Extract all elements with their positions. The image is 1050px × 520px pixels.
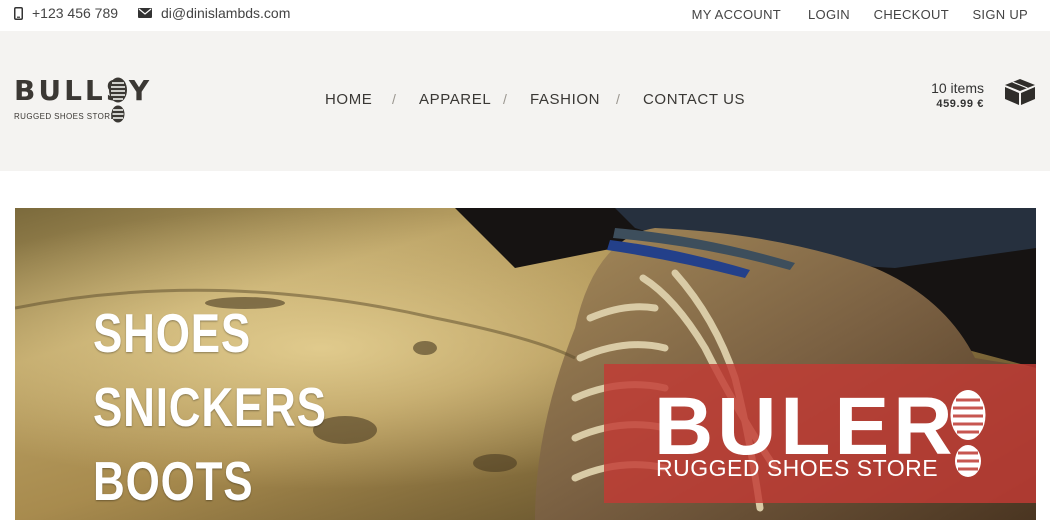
nav-apparel[interactable]: APPAREL [419, 91, 491, 108]
promo-banner[interactable]: BULER RUGGED SHOES STORE [604, 364, 1036, 503]
nav-separator: / [392, 91, 396, 107]
nav-separator: / [616, 91, 620, 107]
phone-number: +123 456 789 [32, 5, 119, 21]
phone-icon [14, 6, 23, 20]
site-header: BULLSY RUGGED SHOES STORE HOME / APPAREL… [0, 31, 1050, 171]
email-address[interactable]: di@dinislambds.com [161, 5, 290, 21]
cart-total: 459.99 € [936, 98, 984, 110]
contact-phone: +123 456 789 [14, 5, 118, 21]
hero-headline: SHOES SNICKERS BOOTS [93, 296, 385, 518]
promo-tagline: RUGGED SHOES STORE [656, 455, 939, 481]
nav-separator: / [503, 91, 507, 107]
hero-word-snickers: SNICKERS [93, 376, 327, 438]
mini-cart[interactable]: 10 items 459.99 € [926, 78, 1036, 118]
hero-word-boots: BOOTS [93, 450, 254, 512]
my-account-link[interactable]: MY ACCOUNT [692, 7, 781, 22]
nav-contact-us[interactable]: CONTACT US [643, 91, 745, 108]
nav-home[interactable]: HOME [325, 91, 372, 108]
hero-word-shoes: SHOES [93, 302, 252, 364]
contact-email[interactable]: di@dinislambds.com [138, 5, 290, 21]
logo-tagline: RUGGED SHOES STORE [14, 112, 117, 121]
hero-banner[interactable]: SHOES SNICKERS BOOTS BULER RUGGED SHOES … [15, 208, 1036, 520]
nav-fashion[interactable]: FASHION [530, 91, 600, 108]
boot-print-icon [950, 390, 986, 477]
login-link[interactable]: LOGIN [808, 7, 850, 22]
box-icon [1005, 79, 1035, 105]
main-nav: HOME / APPAREL / FASHION / CONTACT US [0, 91, 1050, 113]
checkout-link[interactable]: CHECKOUT [874, 7, 949, 22]
top-bar: +123 456 789 di@dinislambds.com MY ACCOU… [0, 0, 1050, 30]
sign-up-link[interactable]: SIGN UP [972, 7, 1028, 22]
cart-item-count: 10 items [931, 80, 984, 96]
envelope-icon [138, 8, 152, 18]
